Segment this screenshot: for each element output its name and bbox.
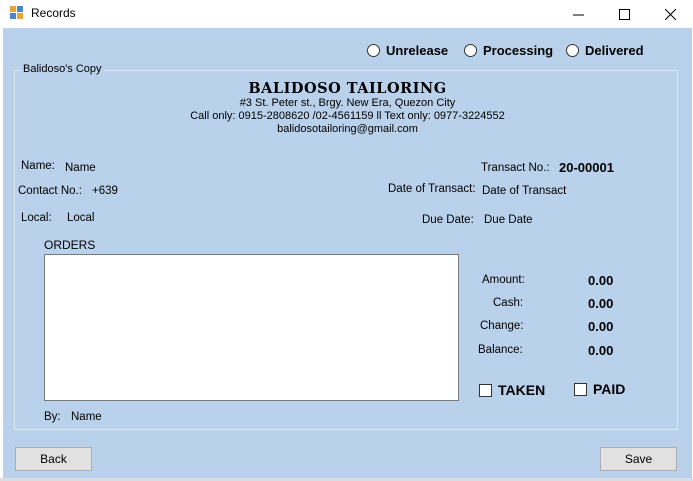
local-label: Local: (21, 212, 52, 224)
radio-processing[interactable]: Processing (464, 43, 553, 58)
radio-circle-icon (464, 44, 477, 57)
close-icon (664, 8, 676, 20)
change-value: 0.00 (588, 319, 614, 334)
radio-unrelease-label: Unrelease (386, 43, 449, 58)
transact-label: Transact No.: (481, 162, 550, 174)
save-button[interactable]: Save (600, 447, 677, 471)
minimize-button[interactable] (555, 0, 601, 28)
app-icon (10, 6, 24, 20)
title-bar: Records (0, 0, 693, 28)
date-value: Date of Transact (482, 185, 567, 197)
radio-processing-label: Processing (483, 43, 554, 58)
balance-label: Balance: (478, 344, 523, 356)
orders-label: ORDERS (44, 238, 96, 252)
company-phone: Call only: 0915-2808620 /02-4561159 ll T… (190, 110, 505, 122)
radio-delivered-label: Delivered (585, 43, 644, 58)
groupbox-legend: Balidoso's Copy (21, 63, 104, 75)
name-label: Name: (21, 160, 55, 172)
radio-circle-icon (367, 44, 380, 57)
window-title: Records (31, 6, 76, 20)
cash-label: Cash: (493, 297, 524, 309)
balance-value: 0.00 (588, 343, 614, 358)
contact-value: +639 (92, 185, 118, 197)
checkbox-icon (479, 383, 492, 397)
cash-value: 0.00 (588, 296, 614, 311)
radio-unrelease[interactable]: Unrelease (367, 43, 448, 58)
paid-label: PAID (593, 381, 626, 397)
radio-circle-icon (566, 44, 579, 57)
back-button[interactable]: Back (15, 447, 92, 471)
by-value: Name (71, 411, 102, 423)
due-value: Due Date (484, 214, 533, 226)
by-label: By: (44, 411, 61, 423)
paid-checkbox[interactable]: PAID (574, 381, 625, 397)
company-name: BALIDOSO TAILORING (248, 80, 447, 97)
name-value: Name (65, 162, 96, 174)
amount-label: Amount: (482, 274, 525, 286)
minimize-icon (572, 14, 584, 15)
amount-value: 0.00 (588, 273, 614, 288)
company-email: balidosotailoring@gmail.com (277, 123, 418, 135)
maximize-icon (618, 8, 630, 20)
change-label: Change: (480, 320, 524, 332)
form-client-area: Unrelease Processing Delivered Balidoso'… (3, 28, 692, 478)
checkbox-icon (574, 382, 587, 396)
company-address: #3 St. Peter st., Brgy. New Era, Quezon … (239, 97, 456, 109)
radio-delivered[interactable]: Delivered (566, 43, 644, 58)
local-value: Local (67, 212, 95, 224)
orders-textbox[interactable] (44, 254, 459, 401)
close-button[interactable] (647, 0, 693, 28)
maximize-button[interactable] (601, 0, 647, 28)
taken-checkbox[interactable]: TAKEN (479, 382, 545, 398)
transact-value: 20-00001 (559, 160, 614, 175)
contact-label: Contact No.: (18, 185, 82, 197)
due-label: Due Date: (422, 214, 474, 226)
taken-label: TAKEN (498, 382, 546, 398)
date-label: Date of Transact: (388, 183, 476, 195)
